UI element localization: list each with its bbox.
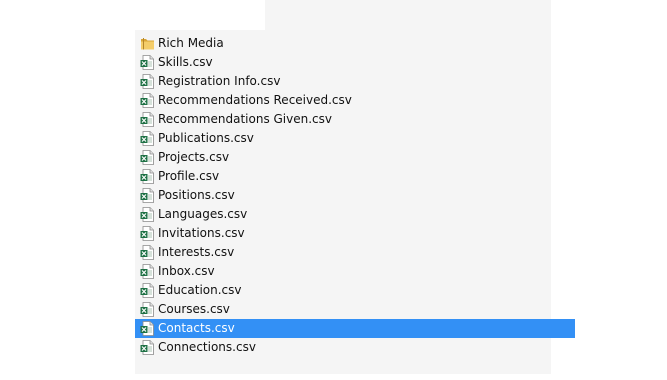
file-item[interactable]: Inbox.csv [135, 262, 575, 281]
excel-csv-icon [140, 150, 155, 165]
excel-csv-icon [140, 226, 155, 241]
file-item[interactable]: Languages.csv [135, 205, 575, 224]
excel-csv-icon [140, 283, 155, 298]
file-item[interactable]: Contacts.csv [135, 319, 575, 338]
file-name: Invitations.csv [158, 226, 245, 240]
file-name: Education.csv [158, 283, 242, 297]
background-region [135, 0, 265, 30]
file-item[interactable]: Connections.csv [135, 338, 575, 357]
file-name: Publications.csv [158, 131, 254, 145]
file-name: Interests.csv [158, 245, 235, 259]
file-name: Recommendations Received.csv [158, 93, 352, 107]
file-item[interactable]: Positions.csv [135, 186, 575, 205]
file-item[interactable]: Skills.csv [135, 53, 575, 72]
excel-csv-icon [140, 340, 155, 355]
file-name: Projects.csv [158, 150, 230, 164]
file-name: Contacts.csv [158, 321, 235, 335]
background-region [551, 0, 575, 30]
excel-csv-icon [140, 112, 155, 127]
excel-csv-icon [140, 55, 155, 70]
file-item[interactable]: Recommendations Received.csv [135, 91, 575, 110]
excel-csv-icon [140, 93, 155, 108]
excel-csv-icon [140, 245, 155, 260]
file-name: Rich Media [158, 36, 224, 50]
file-item[interactable]: Profile.csv [135, 167, 575, 186]
excel-csv-icon [140, 321, 155, 336]
file-name: Profile.csv [158, 169, 220, 183]
file-name: Inbox.csv [158, 264, 215, 278]
file-name: Recommendations Given.csv [158, 112, 332, 126]
file-list: Rich Media Skills.csv Registration Info.… [135, 34, 575, 357]
folder-icon [140, 36, 155, 51]
file-item[interactable]: Projects.csv [135, 148, 575, 167]
file-name: Positions.csv [158, 188, 235, 202]
file-name: Courses.csv [158, 302, 230, 316]
excel-csv-icon [140, 74, 155, 89]
excel-csv-icon [140, 302, 155, 317]
excel-csv-icon [140, 131, 155, 146]
file-item[interactable]: Recommendations Given.csv [135, 110, 575, 129]
file-item[interactable]: Interests.csv [135, 243, 575, 262]
file-item[interactable]: Registration Info.csv [135, 72, 575, 91]
excel-csv-icon [140, 169, 155, 184]
excel-csv-icon [140, 207, 155, 222]
file-item[interactable]: Courses.csv [135, 300, 575, 319]
folder-item[interactable]: Rich Media [135, 34, 575, 53]
file-name: Skills.csv [158, 55, 213, 69]
file-name: Registration Info.csv [158, 74, 281, 88]
file-name: Connections.csv [158, 340, 256, 354]
file-item[interactable]: Invitations.csv [135, 224, 575, 243]
file-item[interactable]: Education.csv [135, 281, 575, 300]
file-item[interactable]: Publications.csv [135, 129, 575, 148]
file-name: Languages.csv [158, 207, 248, 221]
excel-csv-icon [140, 264, 155, 279]
excel-csv-icon [140, 188, 155, 203]
